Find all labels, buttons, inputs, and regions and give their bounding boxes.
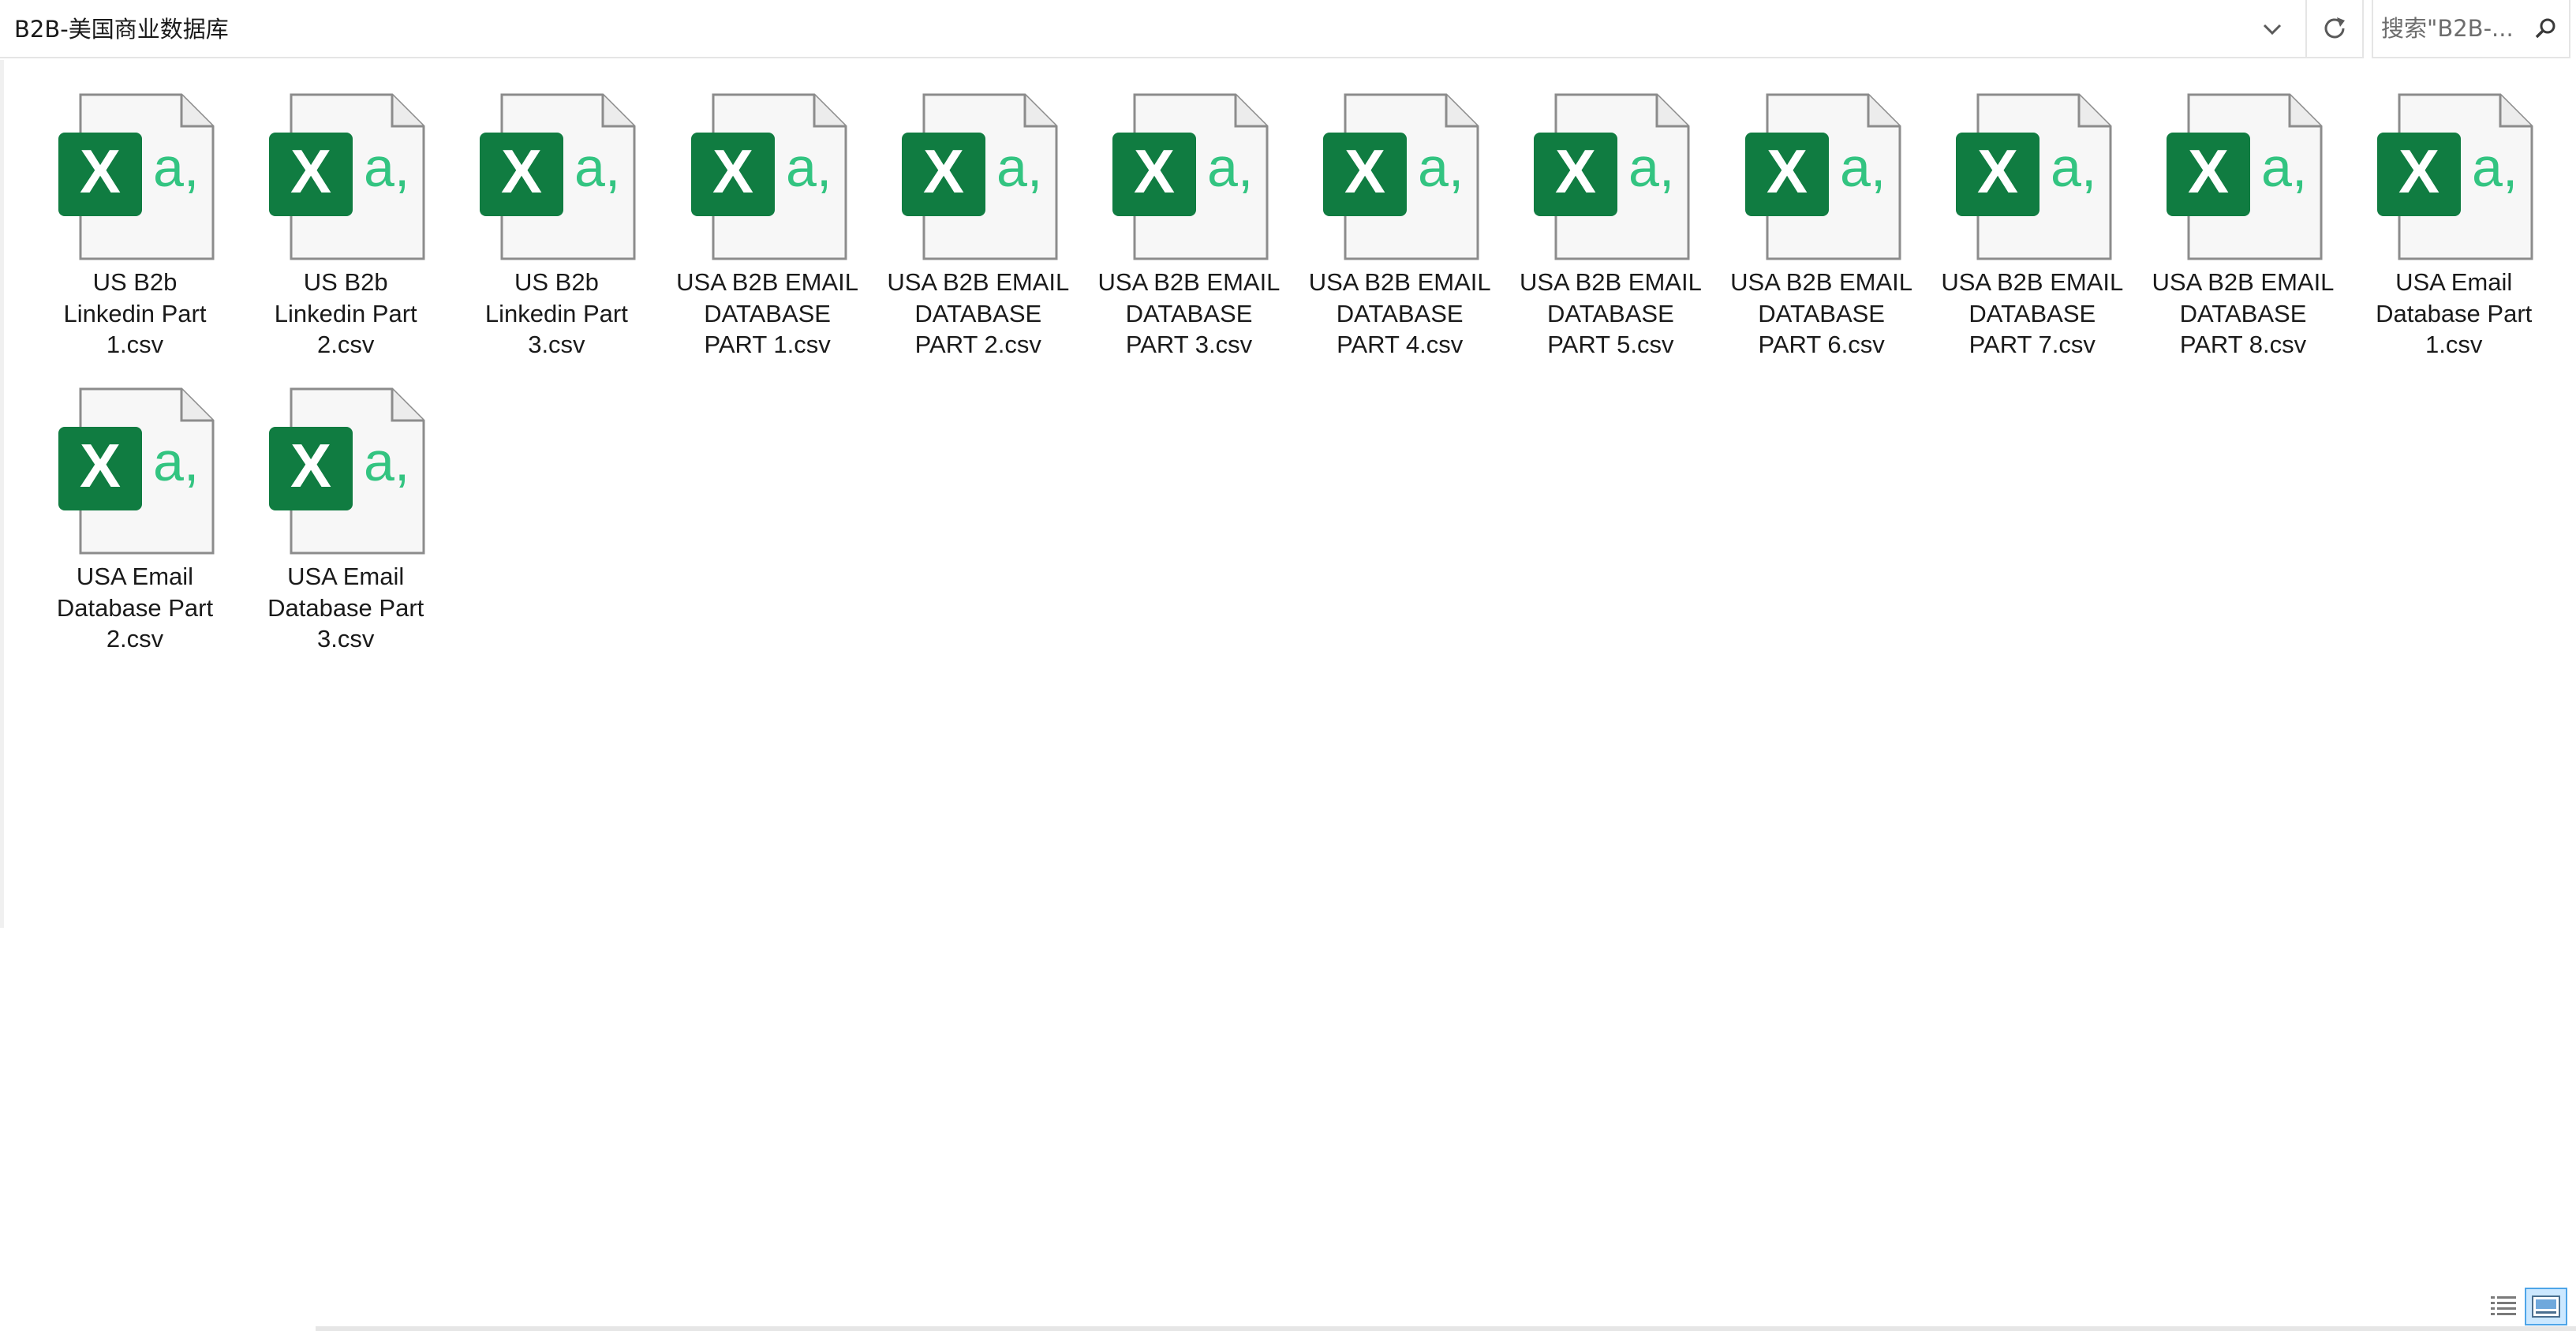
file-item[interactable]: X a, US B2b Linkedin Part 1.csv (30, 85, 240, 369)
file-item[interactable]: X a, US B2b Linkedin Part 2.csv (241, 85, 451, 369)
file-name: USA B2B EMAIL DATABASE PART 6.csv (1730, 268, 1913, 358)
svg-text:a,: a, (786, 136, 832, 198)
svg-text:a,: a, (996, 136, 1042, 198)
file-item[interactable]: X a, USA B2B EMAIL DATABASE PART 6.csv (1717, 85, 1927, 369)
file-name: USA B2B EMAIL DATABASE PART 1.csv (676, 268, 859, 358)
csv-excel-icon: X a, (2377, 93, 2533, 260)
file-name: USA Email Database Part 1.csv (2376, 268, 2533, 358)
svg-text:X: X (2398, 136, 2440, 206)
file-item[interactable]: X a, USA B2B EMAIL DATABASE PART 1.csv (663, 85, 873, 369)
svg-text:X: X (290, 136, 331, 206)
svg-text:X: X (1555, 136, 1596, 206)
svg-text:a,: a, (1207, 136, 1253, 198)
svg-text:a,: a, (574, 136, 620, 198)
csv-excel-icon: X a, (58, 387, 215, 555)
svg-text:X: X (923, 136, 964, 206)
address-bar[interactable]: B2B-美国商业数据库 (0, 0, 2305, 58)
csv-excel-icon: X a, (1534, 93, 1690, 260)
file-item[interactable]: X a, USA Email Database Part 2.csv (30, 379, 240, 664)
svg-text:a,: a, (1840, 136, 1886, 198)
file-name: USA Email Database Part 3.csv (267, 563, 424, 652)
file-name: USA B2B EMAIL DATABASE PART 2.csv (887, 268, 1070, 358)
svg-text:X: X (2188, 136, 2229, 206)
svg-text:a,: a, (1628, 136, 1674, 198)
csv-excel-icon: X a, (58, 93, 215, 260)
pane-left-edge (0, 60, 4, 928)
file-item[interactable]: X a, USA B2B EMAIL DATABASE PART 2.csv (873, 85, 1083, 369)
refresh-icon (2324, 17, 2345, 39)
file-name: USA B2B EMAIL DATABASE PART 8.csv (2152, 268, 2335, 358)
file-name: USA Email Database Part 2.csv (56, 563, 214, 652)
details-view-button[interactable] (2484, 1288, 2523, 1325)
svg-text:a,: a, (364, 136, 409, 198)
file-item[interactable]: X a, USA B2B EMAIL DATABASE PART 7.csv (1927, 85, 2137, 369)
status-divider (316, 1326, 2576, 1331)
search-button[interactable] (2528, 0, 2563, 57)
csv-excel-icon: X a, (901, 93, 1058, 260)
svg-text:a,: a, (153, 136, 199, 198)
svg-text:X: X (501, 136, 542, 206)
file-item[interactable]: X a, USA Email Database Part 3.csv (241, 379, 451, 664)
file-item[interactable]: X a, USA B2B EMAIL DATABASE PART 3.csv (1084, 85, 1294, 369)
large-icons-view-button[interactable] (2525, 1288, 2567, 1325)
search-box[interactable] (2372, 0, 2570, 58)
svg-text:a,: a, (1418, 136, 1464, 198)
svg-text:X: X (80, 431, 121, 500)
file-name: USA B2B EMAIL DATABASE PART 4.csv (1308, 268, 1491, 358)
svg-text:a,: a, (364, 431, 409, 492)
svg-text:X: X (1767, 136, 1808, 206)
svg-text:a,: a, (153, 431, 199, 492)
csv-excel-icon: X a, (1744, 93, 1901, 260)
svg-text:X: X (712, 136, 753, 206)
file-item[interactable]: X a, USA Email Database Part 1.csv (2349, 85, 2559, 369)
csv-excel-icon: X a, (480, 93, 636, 260)
csv-excel-icon: X a, (690, 93, 847, 260)
svg-text:a,: a, (2051, 136, 2096, 198)
search-input[interactable] (2381, 0, 2531, 57)
file-name: USA B2B EMAIL DATABASE PART 3.csv (1097, 268, 1281, 358)
file-name: USA B2B EMAIL DATABASE PART 5.csv (1519, 268, 1702, 358)
chevron-down-icon (2263, 24, 2282, 36)
details-view-icon (2491, 1296, 2516, 1315)
svg-text:X: X (290, 431, 331, 500)
status-bar (0, 1286, 2576, 1331)
file-item[interactable]: X a, USA B2B EMAIL DATABASE PART 5.csv (1505, 85, 1715, 369)
address-dropdown-button[interactable] (2239, 0, 2305, 58)
toolbar: B2B-美国商业数据库 (0, 0, 2576, 58)
svg-text:X: X (1344, 136, 1385, 206)
svg-text:a,: a, (2472, 136, 2518, 198)
search-icon (2535, 18, 2555, 39)
file-name: US B2b Linkedin Part 3.csv (484, 268, 628, 358)
file-grid: X a, US B2b Linkedin Part 1.csv X a, US … (30, 85, 2576, 1269)
file-name: USA B2B EMAIL DATABASE PART 7.csv (1941, 268, 2124, 358)
file-item[interactable]: X a, USA B2B EMAIL DATABASE PART 8.csv (2138, 85, 2348, 369)
svg-text:X: X (1977, 136, 2018, 206)
csv-excel-icon: X a, (269, 387, 425, 555)
file-name: US B2b Linkedin Part 2.csv (274, 268, 417, 358)
svg-text:X: X (1134, 136, 1175, 206)
address-path[interactable]: B2B-美国商业数据库 (14, 0, 229, 58)
refresh-button[interactable] (2305, 0, 2364, 58)
csv-excel-icon: X a, (1955, 93, 2112, 260)
svg-text:X: X (80, 136, 121, 206)
file-item[interactable]: X a, US B2b Linkedin Part 3.csv (451, 85, 661, 369)
file-item[interactable]: X a, USA B2B EMAIL DATABASE PART 4.csv (1295, 85, 1505, 369)
large-icons-view-icon (2532, 1295, 2560, 1318)
csv-excel-icon: X a, (1323, 93, 1479, 260)
csv-excel-icon: X a, (1112, 93, 1269, 260)
svg-text:a,: a, (2261, 136, 2307, 198)
csv-excel-icon: X a, (269, 93, 425, 260)
csv-excel-icon: X a, (2167, 93, 2323, 260)
file-name: US B2b Linkedin Part 1.csv (63, 268, 207, 358)
